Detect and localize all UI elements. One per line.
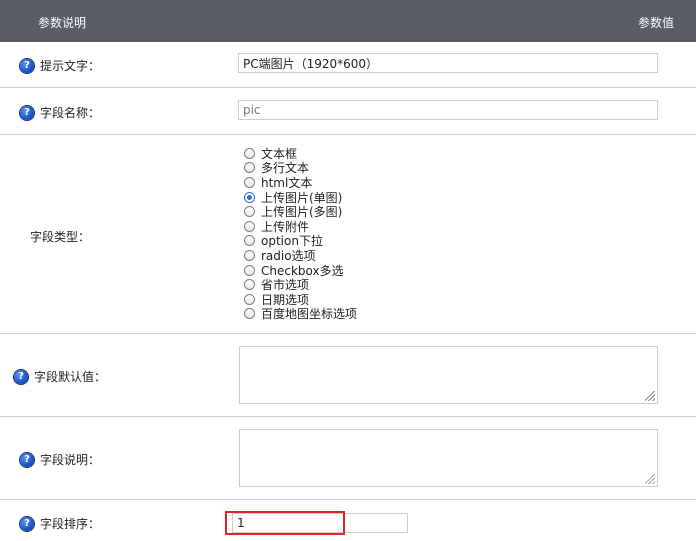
- help-icon[interactable]: ?: [14, 369, 28, 384]
- hint-text-label-group: ? 提示文字：: [20, 57, 100, 74]
- radio-option-multi-image[interactable]: 上传图片(多图): [244, 204, 357, 219]
- header-param-value: 参数值: [637, 16, 674, 30]
- radio-option-date[interactable]: 日期选项: [244, 292, 357, 307]
- hint-text-input[interactable]: [238, 53, 658, 73]
- radio-button[interactable]: [244, 220, 255, 232]
- radio-option-html[interactable]: html文本: [244, 175, 357, 190]
- radio-option-dropdown[interactable]: option下拉: [244, 234, 357, 248]
- radio-option-baidu-map[interactable]: 百度地图坐标选项: [244, 307, 358, 322]
- radio-button[interactable]: [244, 293, 255, 305]
- field-name-input: [238, 100, 658, 120]
- radio-option-textbox[interactable]: 文本框: [244, 146, 357, 161]
- radio-label: 百度地图坐标选项: [261, 307, 358, 322]
- field-name-label-group: ? 字段名称：: [20, 104, 100, 121]
- default-value-label: 字段默认值：: [34, 370, 107, 384]
- header-param-description: 参数说明: [38, 16, 87, 30]
- sort-order-input[interactable]: [232, 513, 408, 533]
- description-label: 字段说明：: [40, 453, 101, 467]
- radio-option-checkbox[interactable]: Checkbox多选: [244, 263, 357, 278]
- radio-button[interactable]: [244, 147, 255, 159]
- radio-button[interactable]: [244, 308, 255, 320]
- row-field-type: 字段类型： 文本框 多行文本 html文本 上传图片(单图) 上传图片(多图) …: [0, 135, 696, 334]
- resize-grip-icon[interactable]: [645, 474, 655, 484]
- radio-button[interactable]: [244, 264, 255, 276]
- radio-button[interactable]: [244, 162, 255, 174]
- radio-button[interactable]: [244, 235, 255, 247]
- field-type-radio-group: 文本框 多行文本 html文本 上传图片(单图) 上传图片(多图) 上传附件 o…: [244, 146, 357, 321]
- field-type-label: 字段类型：: [30, 230, 91, 244]
- field-type-label-group: 字段类型：: [30, 228, 90, 245]
- default-value-textarea[interactable]: [239, 346, 658, 404]
- default-value-label-group: ? 字段默认值：: [14, 368, 106, 385]
- resize-grip-icon[interactable]: [645, 391, 655, 401]
- radio-option-multiline[interactable]: 多行文本: [244, 161, 357, 175]
- field-name-label: 字段名称：: [40, 106, 101, 120]
- row-hint-text: ? 提示文字：: [0, 42, 696, 88]
- radio-button-checked[interactable]: [244, 191, 255, 203]
- hint-text-label: 提示文字：: [40, 59, 101, 73]
- description-textarea[interactable]: [239, 429, 658, 487]
- description-label-group: ? 字段说明：: [20, 451, 100, 468]
- radio-option-single-image[interactable]: 上传图片(单图): [244, 190, 357, 205]
- help-icon[interactable]: ?: [20, 516, 34, 531]
- radio-button[interactable]: [244, 176, 255, 188]
- sort-order-label: 字段排序：: [40, 517, 101, 531]
- radio-option-attachment[interactable]: 上传附件: [244, 219, 357, 234]
- help-icon[interactable]: ?: [20, 58, 34, 73]
- radio-option-radio[interactable]: radio选项: [244, 248, 357, 263]
- row-sort-order: ? 字段排序：: [0, 500, 696, 541]
- radio-option-province-city[interactable]: 省市选项: [244, 277, 357, 292]
- help-icon[interactable]: ?: [20, 452, 34, 467]
- row-field-name: ? 字段名称：: [0, 88, 696, 135]
- radio-button[interactable]: [244, 249, 255, 261]
- row-description: ? 字段说明：: [0, 417, 696, 500]
- radio-button[interactable]: [244, 206, 255, 218]
- sort-order-label-group: ? 字段排序：: [20, 515, 100, 532]
- table-header: 参数说明 参数值: [0, 0, 696, 42]
- row-default-value: ? 字段默认值：: [0, 334, 696, 417]
- help-icon[interactable]: ?: [20, 105, 34, 120]
- radio-button[interactable]: [244, 279, 255, 291]
